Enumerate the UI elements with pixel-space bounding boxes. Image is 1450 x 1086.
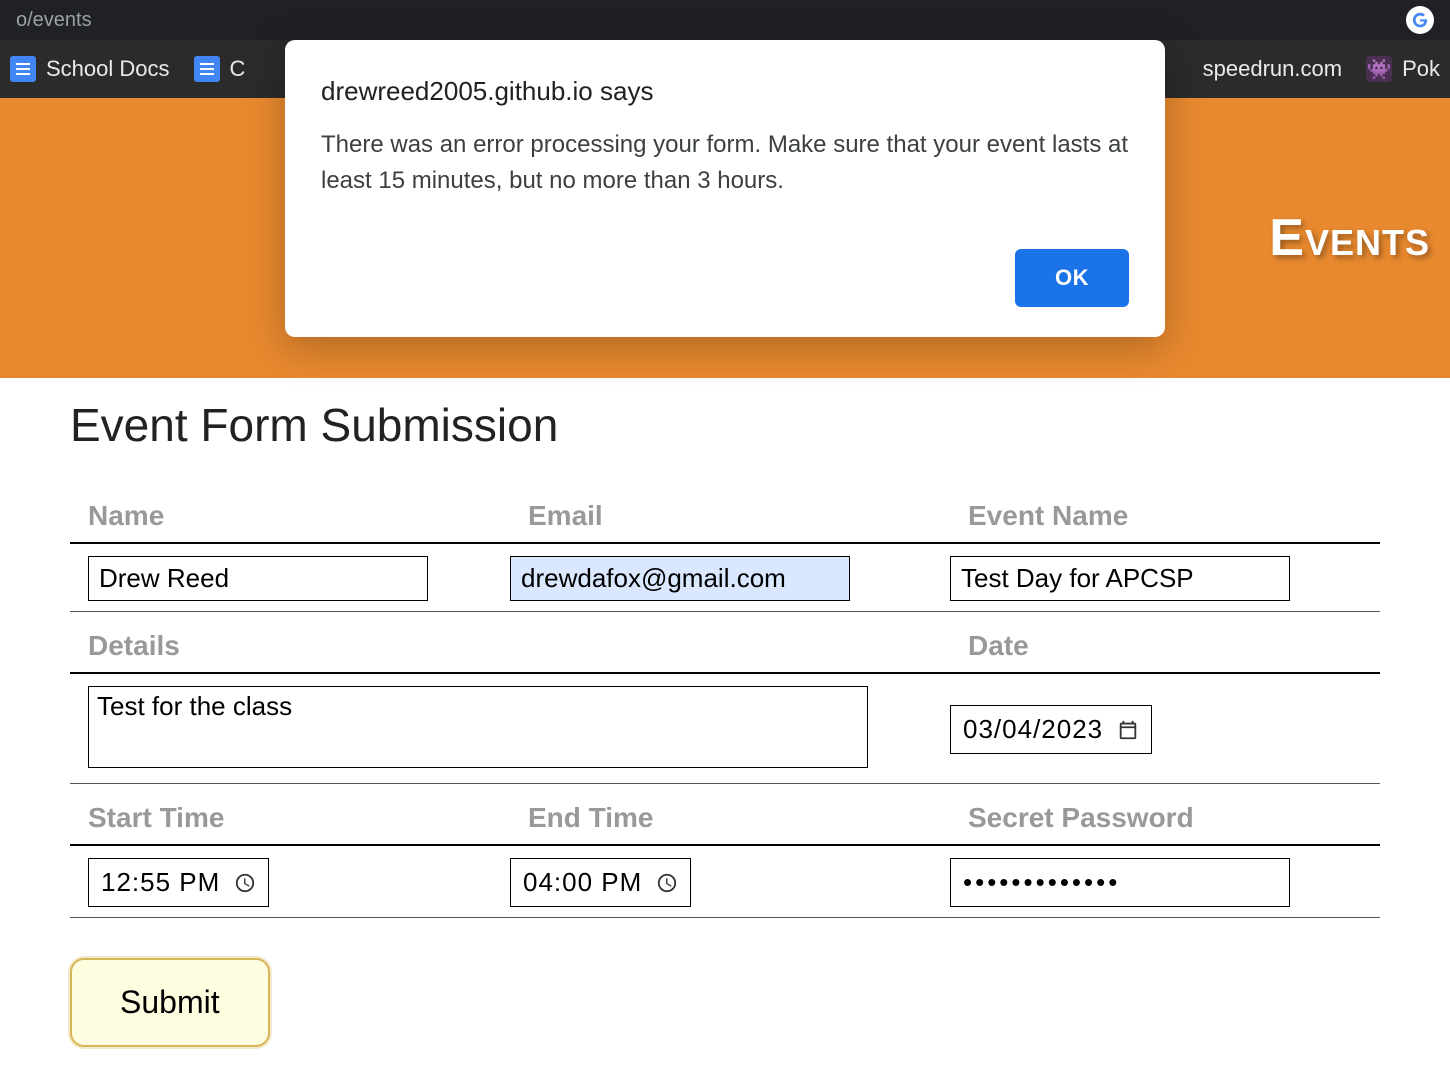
main-content: Event Form Submission Name Email Event N… [0, 378, 1450, 1067]
event-form: Name Email Event Name Details Date Test … [70, 482, 1380, 918]
form-header-row-1: Name Email Event Name [70, 482, 1380, 544]
label-secret-password: Secret Password [950, 802, 1194, 833]
event-name-input[interactable] [950, 556, 1290, 601]
bookmark-pok[interactable]: 👾 Pok [1366, 56, 1440, 82]
bookmark-speedrun[interactable]: speedrun.com [1203, 56, 1342, 82]
label-details: Details [70, 630, 180, 661]
alert-dialog: drewreed2005.github.io says There was an… [285, 40, 1165, 337]
form-input-row-3: 12:55 PM 04:00 PM ••••••••••••• [70, 846, 1380, 918]
google-account-icon[interactable] [1406, 6, 1434, 34]
start-time-value: 12:55 PM [101, 867, 220, 898]
form-header-row-3: Start Time End Time Secret Password [70, 784, 1380, 846]
pokemon-favicon-icon: 👾 [1366, 56, 1392, 82]
password-input[interactable]: ••••••••••••• [950, 858, 1290, 907]
google-docs-icon [194, 56, 220, 82]
page-title: Event Form Submission [70, 398, 1380, 452]
calendar-icon [1117, 719, 1139, 741]
google-docs-icon [10, 56, 36, 82]
end-time-value: 04:00 PM [523, 867, 642, 898]
bookmark-label: Pok [1402, 56, 1440, 82]
clock-icon [234, 872, 256, 894]
alert-title: drewreed2005.github.io says [321, 76, 1129, 107]
nav-link-events[interactable]: Events [1269, 208, 1430, 268]
bookmark-item-partial[interactable]: C [194, 56, 246, 82]
name-input[interactable] [88, 556, 428, 601]
date-value: 03/04/2023 [963, 714, 1103, 745]
date-input[interactable]: 03/04/2023 [950, 705, 1152, 754]
email-input[interactable] [510, 556, 850, 601]
form-header-row-2: Details Date [70, 612, 1380, 674]
bookmark-school-docs[interactable]: School Docs [10, 56, 170, 82]
label-end-time: End Time [510, 802, 654, 833]
label-name: Name [70, 500, 164, 531]
label-date: Date [950, 630, 1029, 661]
alert-message: There was an error processing your form.… [321, 127, 1129, 199]
alert-ok-button[interactable]: OK [1015, 249, 1129, 307]
label-event-name: Event Name [950, 500, 1128, 531]
bookmark-label: speedrun.com [1203, 56, 1342, 82]
form-input-row-2: Test for the class 03/04/2023 [70, 674, 1380, 784]
bookmark-label: C [230, 56, 246, 82]
submit-button[interactable]: Submit [70, 958, 270, 1047]
form-input-row-1 [70, 544, 1380, 612]
end-time-input[interactable]: 04:00 PM [510, 858, 691, 907]
bookmark-label: School Docs [46, 56, 170, 82]
details-input[interactable]: Test for the class [88, 686, 868, 768]
clock-icon [656, 872, 678, 894]
url-fragment: o/events [16, 9, 92, 32]
label-start-time: Start Time [70, 802, 224, 833]
start-time-input[interactable]: 12:55 PM [88, 858, 269, 907]
browser-url-bar: o/events [0, 0, 1450, 40]
label-email: Email [510, 500, 603, 531]
password-mask: ••••••••••••• [963, 867, 1120, 897]
